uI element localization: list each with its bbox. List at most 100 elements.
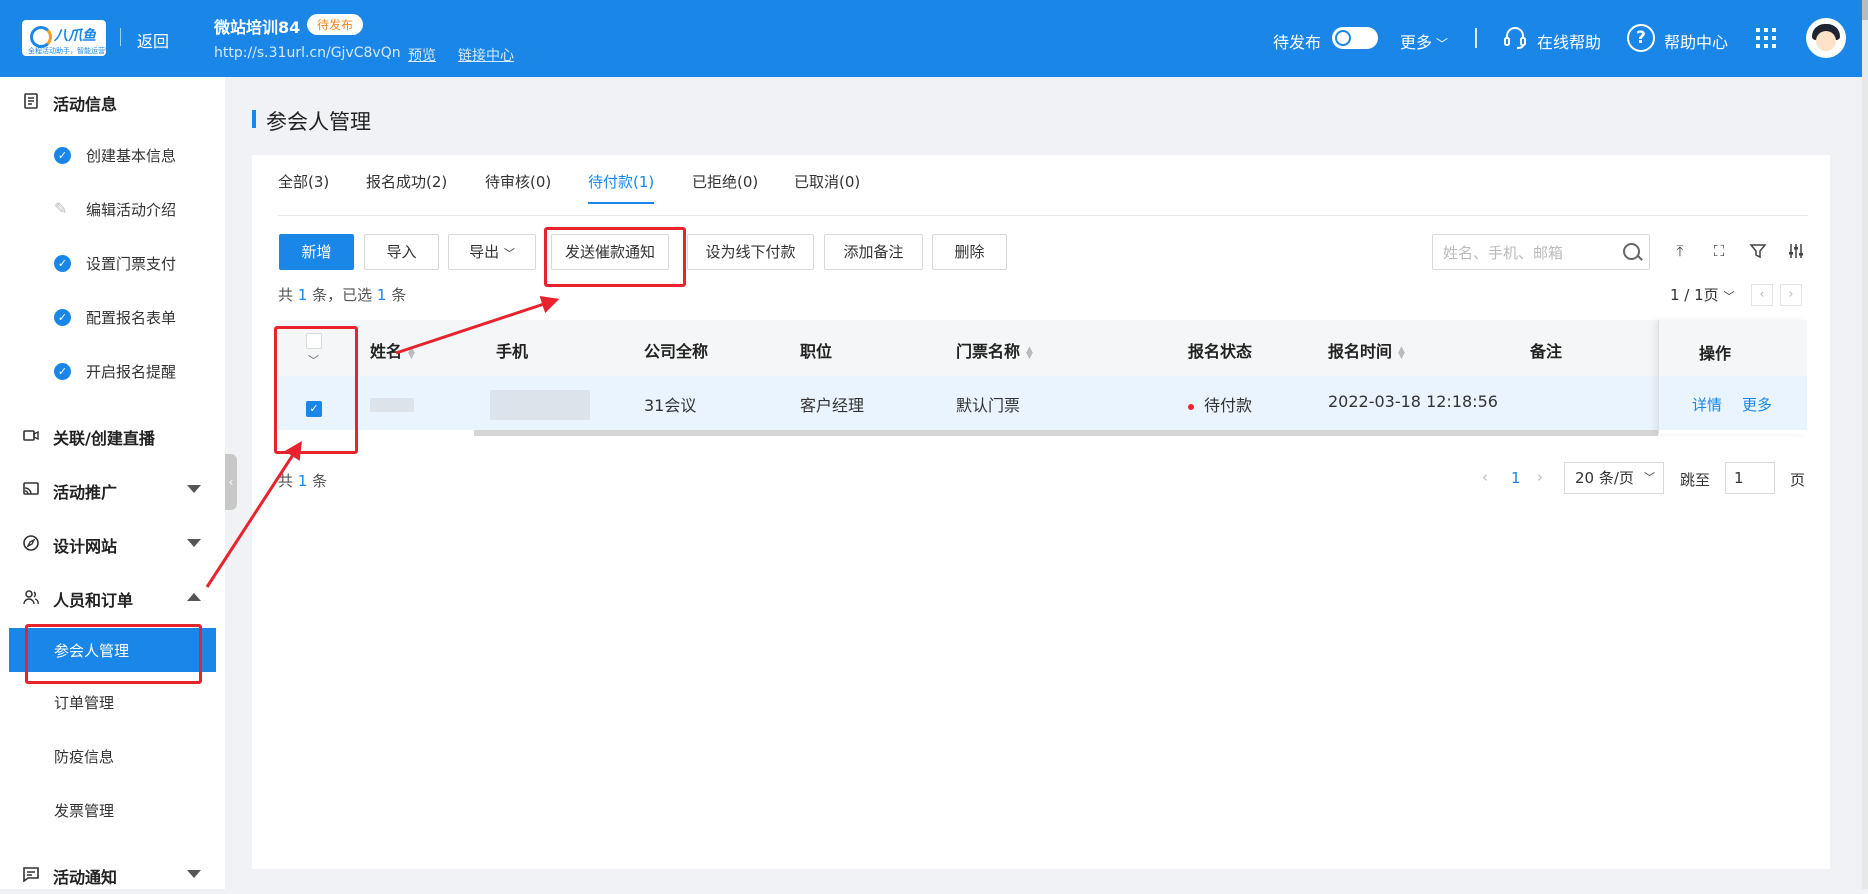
more-menu[interactable]: 更多 ﹀ [1400,29,1448,53]
check-circle-icon: ✓ [54,309,71,326]
export-button[interactable]: 导出 ﹀ [448,234,536,270]
fullscreen-icon[interactable]: ⛶ [1710,242,1728,260]
caret-down-icon [187,485,201,493]
apps-grid-icon[interactable] [1756,28,1776,48]
prev-page-icon[interactable]: ‹ [1482,468,1488,486]
annotation-box-sidebar [25,624,202,684]
tab-registered[interactable]: 报名成功(2) [366,171,447,202]
sort-icon: ▲ ▼ [408,344,415,361]
annotation-box-reminder [544,227,686,287]
preview-link[interactable]: 预览 [408,45,436,65]
check-circle-icon: ✓ [54,363,71,380]
publish-label: 待发布 [1273,33,1322,52]
app-logo[interactable]: 八爪鱼 全程活动助手，智能运营管家 [22,20,119,56]
cell-status: 待付款 [1188,392,1252,416]
chevron-down-icon: ﹀ [1723,290,1735,303]
table-horizontal-scrollbar[interactable] [474,430,1658,436]
message-icon [23,867,39,882]
sidebar-item-ticket-payment[interactable]: ✓ 设置门票支付 [0,243,225,283]
tab-all[interactable]: 全部(3) [278,171,329,202]
online-help-link[interactable]: 在线帮助 [1537,29,1601,53]
divider [120,28,121,46]
search-box [1432,234,1650,270]
page-scrollbar[interactable] [1862,0,1868,889]
sidebar-item-registration-reminder[interactable]: ✓ 开启报名提醒 [0,351,225,391]
column-top-icon[interactable]: ⤒ [1671,242,1689,260]
event-title: 微站培训84 [214,18,301,37]
page-indicator[interactable]: 1 / 1页 ﹀ [1670,284,1734,305]
page-number-current[interactable]: 1 [1511,469,1521,487]
pencil-icon: ✎ [54,199,68,218]
logo-mark-icon [30,26,52,48]
header-note: 备注 [1530,342,1563,361]
settings-sliders-icon[interactable] [1787,242,1805,260]
users-icon [23,590,39,605]
sort-icon: ▲ ▼ [1026,344,1033,361]
sidebar-item-edit-intro[interactable]: ✎ 编辑活动介绍 [0,189,225,229]
filter-icon[interactable] [1749,242,1767,260]
sidebar-group-live[interactable]: 关联/创建直播 [0,415,225,455]
sidebar-item-epidemic-info[interactable]: 防疫信息 [0,736,225,776]
divider [1475,28,1477,48]
sidebar-group-design[interactable]: 设计网站 [0,523,225,563]
sidebar-group-notify[interactable]: 活动通知 [0,854,225,894]
cell-position: 客户经理 [800,396,865,415]
sidebar-item-create-info[interactable]: ✓ 创建基本信息 [0,135,225,175]
headset-icon[interactable] [1502,25,1528,51]
search-icon[interactable] [1623,243,1640,260]
cast-icon [23,482,39,495]
tab-rejected[interactable]: 已拒绝(0) [692,171,758,202]
header-time[interactable]: 报名时间 ▲ ▼ [1328,338,1405,362]
video-camera-icon [23,430,39,441]
selection-count: 共 1 条，已选 1 条 [278,286,407,304]
sidebar-group-activity-info[interactable]: 活动信息 [0,81,225,121]
page-size-select[interactable]: 20 条/页 ﹀ [1564,462,1664,494]
jump-page-input[interactable]: 1 [1725,462,1775,494]
top-bar: 八爪鱼 全程活动助手，智能运营管家 返回 微站培训84 待发布 http://s… [0,0,1868,77]
next-page-icon[interactable]: › [1537,468,1543,486]
compass-icon [23,535,39,551]
import-button[interactable]: 导入 [364,234,439,270]
add-button[interactable]: 新增 [279,234,354,270]
sidebar-item-registration-form[interactable]: ✓ 配置报名表单 [0,297,225,337]
sidebar-item-invoices[interactable]: 发票管理 [0,790,225,830]
sidebar-group-promote[interactable]: 活动推广 [0,469,225,509]
next-page-icon[interactable]: › [1780,284,1802,306]
status-badge: 待发布 [307,14,364,35]
status-tabs: 全部(3) 报名成功(2) 待审核(0) 待付款(1) 已拒绝(0) 已取消(0… [278,171,1808,216]
details-link[interactable]: 详情 [1692,394,1722,415]
set-offline-payment-button[interactable]: 设为线下付款 [687,234,814,270]
tab-pending-review[interactable]: 待审核(0) [485,171,551,202]
help-center-link[interactable]: 帮助中心 [1664,29,1728,53]
table-row[interactable]: ✓ 31会议 客户经理 默认门票 待付款 2022-03-18 12:18:56 [278,376,1806,430]
more-actions-link[interactable]: 更多 [1742,394,1772,415]
sidebar-item-orders[interactable]: 订单管理 [0,682,225,722]
question-icon[interactable]: ? [1627,24,1655,52]
header-actions: 操作 [1699,344,1732,363]
tab-cancelled[interactable]: 已取消(0) [794,171,860,202]
sidebar-group-people[interactable]: 人员和订单 [0,577,225,617]
annotation-box-checkbox [274,326,358,454]
toggle-knob [1335,30,1351,46]
search-input[interactable] [1441,241,1615,265]
table-header: ﹀ 姓名 ▲ ▼ 手机 公司全称 职位 门票名称 ▲ ▼ 报名状态 报名时间 ▲ ▼ 备注 [278,320,1806,376]
back-link[interactable]: 返回 [137,28,169,52]
delete-button[interactable]: 删除 [932,234,1007,270]
page-label: 页 [1790,471,1806,489]
more-label: 更多 [1400,33,1433,52]
user-avatar[interactable] [1806,18,1846,58]
sidebar: 活动信息 ✓ 创建基本信息 ✎ 编辑活动介绍 ✓ 设置门票支付 ✓ 配置报名表单 ✓ 开启… [0,77,225,889]
header-name[interactable]: 姓名 ▲ ▼ [370,338,415,362]
redacted-name [370,398,414,412]
link-center-link[interactable]: 链接中心 [458,45,514,65]
tab-pending-payment[interactable]: 待付款(1) [588,171,655,204]
cell-ticket: 默认门票 [956,396,1021,415]
total-count: 共 1 条 [278,472,328,490]
add-note-button[interactable]: 添加备注 [824,234,923,270]
event-url: http://s.31url.cn/GjvC8vQn [214,45,401,61]
caret-down-icon [187,870,201,878]
publish-toggle[interactable] [1332,27,1378,49]
sidebar-collapse-handle[interactable]: ‹ [225,454,237,510]
header-ticket[interactable]: 门票名称 ▲ ▼ [956,338,1033,362]
prev-page-icon[interactable]: ‹ [1751,284,1773,306]
